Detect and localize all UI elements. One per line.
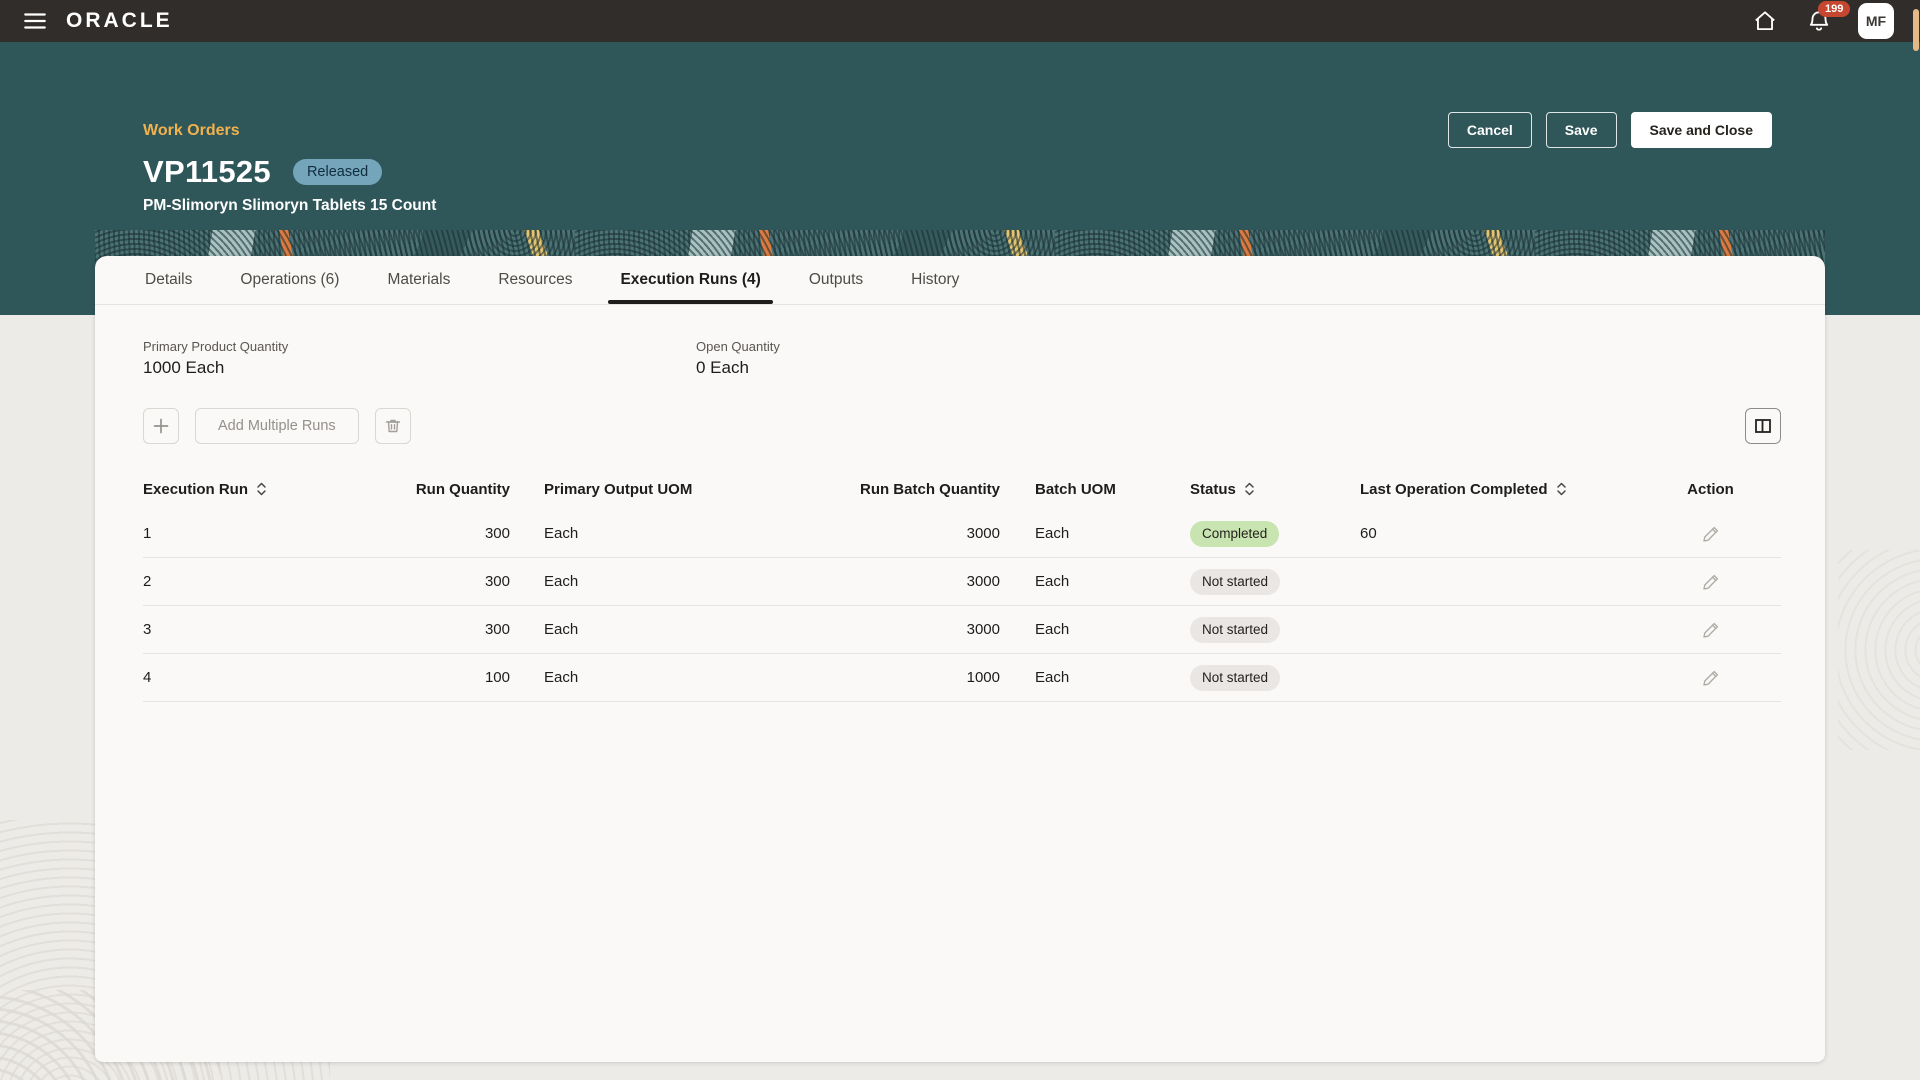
status-cell: Not started (1190, 665, 1360, 691)
status-cell: Not started (1190, 617, 1360, 643)
primary-output-uom-cell: Each (510, 669, 844, 686)
table-row: 4 100 Each 1000 Each Not started (143, 654, 1781, 702)
runs-toolbar: Add Multiple Runs (143, 408, 1781, 444)
notifications-bell-icon[interactable]: 199 (1804, 6, 1834, 36)
pencil-icon (1701, 620, 1721, 640)
last-operation-completed-cell: 60 (1360, 525, 1640, 542)
status-badge: Completed (1190, 521, 1279, 547)
table-row: 2 300 Each 3000 Each Not started (143, 558, 1781, 606)
execution-run-cell: 4 (143, 669, 383, 686)
primary-product-quantity-label: Primary Product Quantity (143, 339, 696, 354)
cancel-button[interactable]: Cancel (1448, 112, 1532, 148)
run-batch-quantity-cell: 3000 (844, 573, 1000, 590)
table-header: Execution Run Run Quantity Primary Outpu… (143, 468, 1781, 510)
execution-run-cell: 3 (143, 621, 383, 638)
tab-details[interactable]: Details (143, 256, 194, 304)
quantity-summary: Primary Product Quantity 1000 Each Open … (143, 339, 1781, 378)
primary-product-quantity-value: 1000 Each (143, 358, 696, 378)
run-batch-quantity-cell: 3000 (844, 621, 1000, 638)
save-and-close-button[interactable]: Save and Close (1631, 112, 1773, 148)
edit-run-button[interactable] (1640, 620, 1781, 640)
columns-icon (1752, 415, 1774, 437)
execution-run-cell: 2 (143, 573, 383, 590)
sort-icon (1244, 481, 1255, 497)
edit-run-button[interactable] (1640, 572, 1781, 592)
batch-uom-cell: Each (1000, 621, 1190, 638)
work-order-card: Details Operations (6) Materials Resourc… (95, 256, 1825, 1062)
page-title: VP11525 (143, 154, 271, 190)
tab-history[interactable]: History (909, 256, 961, 304)
sort-icon (256, 481, 267, 497)
tab-resources[interactable]: Resources (496, 256, 574, 304)
add-multiple-runs-button[interactable]: Add Multiple Runs (195, 408, 359, 444)
open-quantity-value: 0 Each (696, 358, 780, 378)
status-cell: Not started (1190, 569, 1360, 595)
notification-count-badge: 199 (1818, 1, 1850, 17)
home-icon[interactable] (1750, 6, 1780, 36)
user-avatar[interactable]: MF (1858, 3, 1894, 39)
edit-run-button[interactable] (1640, 668, 1781, 688)
delete-run-button[interactable] (375, 408, 411, 444)
scrollbar-thumb[interactable] (1913, 9, 1919, 51)
status-cell: Completed (1190, 521, 1360, 547)
hamburger-menu-icon[interactable] (16, 2, 54, 40)
primary-output-uom-cell: Each (510, 573, 844, 590)
batch-uom-cell: Each (1000, 573, 1190, 590)
pencil-icon (1701, 668, 1721, 688)
oracle-logo[interactable]: ORACLE (66, 9, 173, 33)
batch-uom-cell: Each (1000, 525, 1190, 542)
primary-output-uom-cell: Each (510, 621, 844, 638)
page: ORACLE 199 MF Work Orders VP11525 Releas… (0, 0, 1920, 1080)
run-quantity-cell: 100 (383, 669, 510, 686)
plus-icon (151, 416, 171, 436)
column-header-execution-run[interactable]: Execution Run (143, 481, 383, 498)
column-header-batch-uom: Batch UOM (1000, 481, 1190, 498)
column-header-status[interactable]: Status (1190, 481, 1360, 498)
tab-bar: Details Operations (6) Materials Resourc… (95, 256, 1825, 305)
status-badge: Not started (1190, 665, 1280, 691)
global-header: ORACLE 199 MF (0, 0, 1920, 42)
column-header-run-quantity: Run Quantity (383, 481, 510, 498)
open-quantity-label: Open Quantity (696, 339, 780, 354)
status-badge: Not started (1190, 569, 1280, 595)
edit-run-button[interactable] (1640, 524, 1781, 544)
column-header-last-operation-completed[interactable]: Last Operation Completed (1360, 481, 1640, 498)
run-quantity-cell: 300 (383, 525, 510, 542)
column-header-run-batch-quantity: Run Batch Quantity (844, 481, 1000, 498)
sort-icon (1556, 481, 1567, 497)
pencil-icon (1701, 524, 1721, 544)
run-quantity-cell: 300 (383, 573, 510, 590)
breadcrumb-work-orders-link[interactable]: Work Orders (143, 122, 240, 140)
execution-run-cell: 1 (143, 525, 383, 542)
tab-materials[interactable]: Materials (385, 256, 452, 304)
save-button[interactable]: Save (1546, 112, 1617, 148)
run-quantity-cell: 300 (383, 621, 510, 638)
table-row: 1 300 Each 3000 Each Completed 60 (143, 510, 1781, 558)
background-fingerprint-art (1838, 550, 1920, 750)
table-row: 3 300 Each 3000 Each Not started (143, 606, 1781, 654)
add-run-button[interactable] (143, 408, 179, 444)
manage-columns-button[interactable] (1745, 408, 1781, 444)
run-batch-quantity-cell: 1000 (844, 669, 1000, 686)
run-batch-quantity-cell: 3000 (844, 525, 1000, 542)
column-header-primary-output-uom: Primary Output UOM (510, 481, 844, 498)
work-order-description: PM-Slimoryn Slimoryn Tablets 15 Count (143, 197, 436, 215)
pencil-icon (1701, 572, 1721, 592)
trash-icon (383, 416, 403, 436)
tab-execution-runs[interactable]: Execution Runs (4) (618, 256, 762, 304)
column-header-action: Action (1640, 481, 1781, 498)
tab-operations[interactable]: Operations (6) (238, 256, 341, 304)
status-badge: Not started (1190, 617, 1280, 643)
batch-uom-cell: Each (1000, 669, 1190, 686)
tab-outputs[interactable]: Outputs (807, 256, 865, 304)
primary-output-uom-cell: Each (510, 525, 844, 542)
status-badge-released: Released (293, 159, 382, 185)
